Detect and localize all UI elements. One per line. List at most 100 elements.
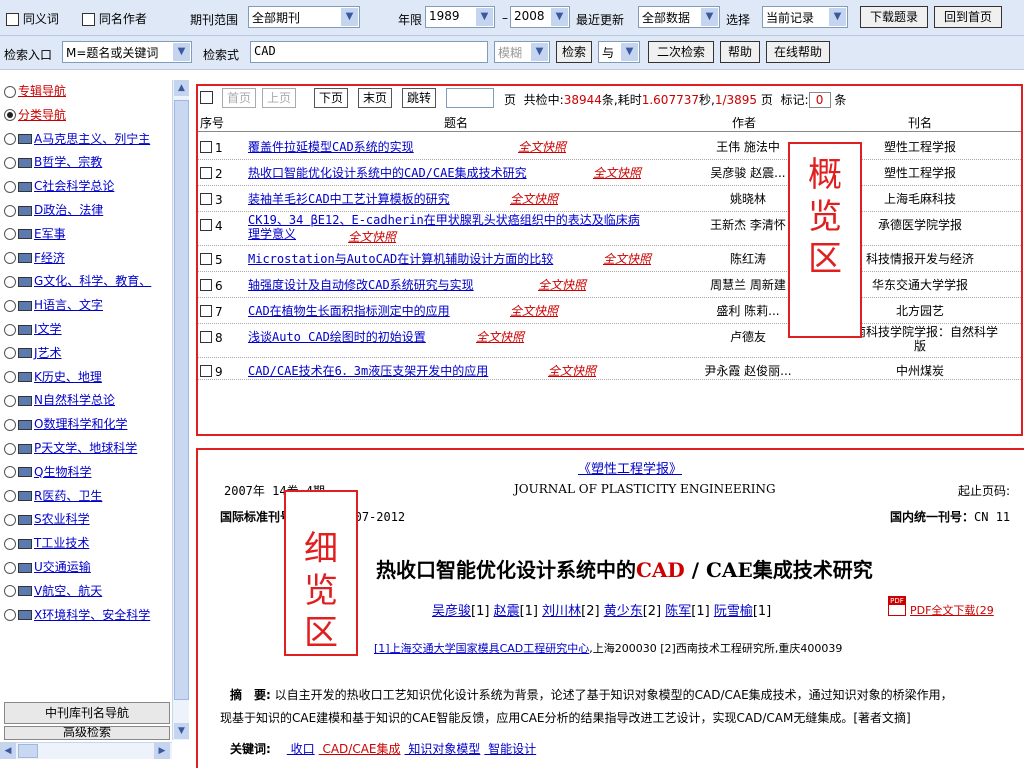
year-to-select[interactable]: 2008 ▼ <box>510 6 570 28</box>
radio-icon[interactable] <box>4 85 16 98</box>
sidebar-item[interactable]: C社会科学总论 <box>4 177 114 197</box>
fulltext-snapshot-link[interactable]: 全文快照 <box>538 276 586 293</box>
prev-page-button[interactable]: 上页 <box>262 88 297 108</box>
sidebar-item[interactable]: B哲学、宗教 <box>4 153 102 173</box>
radio-icon[interactable] <box>4 228 16 241</box>
hscrollbar-thumb[interactable] <box>18 744 38 758</box>
radio-icon[interactable] <box>4 490 16 503</box>
row-title-link[interactable]: 装袖羊毛衫CAD中工艺计算模板的研究 <box>248 190 450 207</box>
radio-icon[interactable] <box>4 323 16 336</box>
journal-name-nav-button[interactable]: 中刊库刊名导航 <box>4 702 170 724</box>
online-help-button[interactable]: 在线帮助 <box>766 41 830 63</box>
radio-icon[interactable] <box>4 442 16 455</box>
radio-icon[interactable] <box>4 585 16 598</box>
next-page-button[interactable]: 下页 <box>314 88 349 108</box>
jump-button[interactable]: 跳转 <box>402 88 437 108</box>
author-link[interactable]: 黄少东 <box>604 604 643 619</box>
author-link[interactable]: 刘川林 <box>542 604 581 619</box>
row-checkbox[interactable] <box>200 279 212 291</box>
search-input[interactable]: CAD <box>250 41 488 63</box>
sidebar-item[interactable]: S农业科学 <box>4 510 90 530</box>
radio-icon[interactable] <box>4 347 16 360</box>
row-checkbox[interactable] <box>200 365 212 377</box>
sidebar-item[interactable]: X环境科学、安全科学 <box>4 606 150 626</box>
affiliation-link[interactable]: [1]上海交通大学国家模具CAD工程研究中心 <box>374 642 589 655</box>
radio-icon[interactable] <box>4 299 16 312</box>
author-link[interactable]: 阮雪榆 <box>714 604 753 619</box>
row-checkbox[interactable] <box>200 167 212 179</box>
journal-range-select[interactable]: 全部期刊 ▼ <box>248 6 360 28</box>
radio-icon[interactable] <box>4 466 16 479</box>
row-title-link[interactable]: 浅谈Auto CAD绘图时的初始设置 <box>248 328 426 345</box>
sidebar-item[interactable]: 专辑导航 <box>4 82 66 102</box>
fulltext-snapshot-link[interactable]: 全文快照 <box>510 302 558 319</box>
sidebar-item[interactable]: V航空、航天 <box>4 582 102 602</box>
sidebar-item[interactable]: J艺术 <box>4 344 62 364</box>
keyword-link[interactable]: 智能设计 <box>484 742 536 756</box>
sidebar-item[interactable]: D政治、法律 <box>4 201 103 221</box>
row-title-link[interactable]: 轴强度设计及自动修改CAD系统研究与实现 <box>248 276 474 293</box>
author-link[interactable]: 赵震 <box>494 604 520 619</box>
radio-icon[interactable] <box>4 275 16 288</box>
row-checkbox[interactable] <box>200 141 212 153</box>
sidebar-scrollbar[interactable]: ▲ ▼ <box>172 80 189 740</box>
search-button[interactable]: 检索 <box>556 41 592 63</box>
scroll-left-icon[interactable]: ◀ <box>0 743 16 759</box>
scroll-up-icon[interactable]: ▲ <box>174 80 189 96</box>
radio-icon[interactable] <box>4 609 16 622</box>
fulltext-snapshot-link[interactable]: 全文快照 <box>603 250 651 267</box>
sidebar-item[interactable]: H语言、文字 <box>4 296 103 316</box>
and-select[interactable]: 与 ▼ <box>598 41 640 63</box>
update-select[interactable]: 全部数据 ▼ <box>638 6 720 28</box>
sidebar-item[interactable]: N自然科学总论 <box>4 391 115 411</box>
sidebar-item[interactable]: K历史、地理 <box>4 368 102 388</box>
journal-cn-link[interactable]: 《塑性工程学报》 <box>578 458 682 477</box>
fuzzy-select[interactable]: 模糊 ▼ <box>494 41 550 63</box>
sidebar-item[interactable]: U交通运输 <box>4 558 91 578</box>
row-title-link[interactable]: CAD/CAE技术在6．3m液压支架开发中的应用 <box>248 362 488 379</box>
advanced-search-button[interactable]: 高级检索 <box>4 726 170 740</box>
fulltext-snapshot-link[interactable]: 全文快照 <box>593 164 641 181</box>
radio-icon[interactable] <box>4 133 16 146</box>
radio-icon[interactable] <box>4 561 16 574</box>
author-link[interactable]: 吴彦骏 <box>432 604 471 619</box>
row-checkbox[interactable] <box>200 193 212 205</box>
pdf-download-link[interactable]: PDF全文下载(29 <box>910 602 994 618</box>
fulltext-snapshot-link[interactable]: 全文快照 <box>548 362 596 379</box>
row-checkbox[interactable] <box>200 253 212 265</box>
sidebar-item[interactable]: E军事 <box>4 225 66 245</box>
scrollbar-thumb[interactable] <box>174 100 189 700</box>
row-checkbox[interactable] <box>200 331 212 343</box>
sidebar-item[interactable]: A马克思主义、列宁主 <box>4 130 150 150</box>
radio-icon[interactable] <box>4 394 16 407</box>
radio-icon[interactable] <box>4 252 16 265</box>
radio-icon[interactable] <box>4 513 16 526</box>
first-page-button[interactable]: 首页 <box>222 88 257 108</box>
sidebar-item[interactable]: R医药、卫生 <box>4 487 102 507</box>
radio-icon[interactable] <box>4 180 16 193</box>
same-author-checkbox-group[interactable]: 同名作者 <box>82 10 147 27</box>
home-button[interactable]: 回到首页 <box>934 6 1002 28</box>
scroll-down-icon[interactable]: ▼ <box>174 723 189 739</box>
secondary-search-button[interactable]: 二次检索 <box>648 41 714 63</box>
download-records-button[interactable]: 下载题录 <box>860 6 928 28</box>
scroll-right-icon[interactable]: ▶ <box>154 743 170 759</box>
search-entry-select[interactable]: M=题名或关键词 ▼ <box>62 41 192 63</box>
last-page-button[interactable]: 末页 <box>358 88 393 108</box>
sidebar-item[interactable]: O数理科学和化学 <box>4 415 127 435</box>
choose-select[interactable]: 当前记录 ▼ <box>762 6 848 28</box>
select-all-checkbox[interactable] <box>200 91 213 104</box>
fulltext-snapshot-link[interactable]: 全文快照 <box>348 228 396 245</box>
row-title-link[interactable]: Microstation与AutoCAD在计算机辅助设计方面的比较 <box>248 250 553 267</box>
year-from-select[interactable]: 1989 ▼ <box>425 6 495 28</box>
synonym-checkbox[interactable] <box>6 13 19 26</box>
row-title-link[interactable]: CK19、34 βE12、E-cadherin在甲状腺乳头状癌组织中的表达及临床… <box>248 213 640 241</box>
same-author-checkbox[interactable] <box>82 13 95 26</box>
radio-icon[interactable] <box>4 204 16 217</box>
fulltext-snapshot-link[interactable]: 全文快照 <box>518 138 566 155</box>
fulltext-snapshot-link[interactable]: 全文快照 <box>476 328 524 345</box>
sidebar-item[interactable]: F经济 <box>4 249 65 269</box>
sidebar-item[interactable]: P天文学、地球科学 <box>4 439 137 459</box>
radio-icon[interactable] <box>4 109 16 122</box>
sidebar-item[interactable]: 分类导航 <box>4 106 66 126</box>
